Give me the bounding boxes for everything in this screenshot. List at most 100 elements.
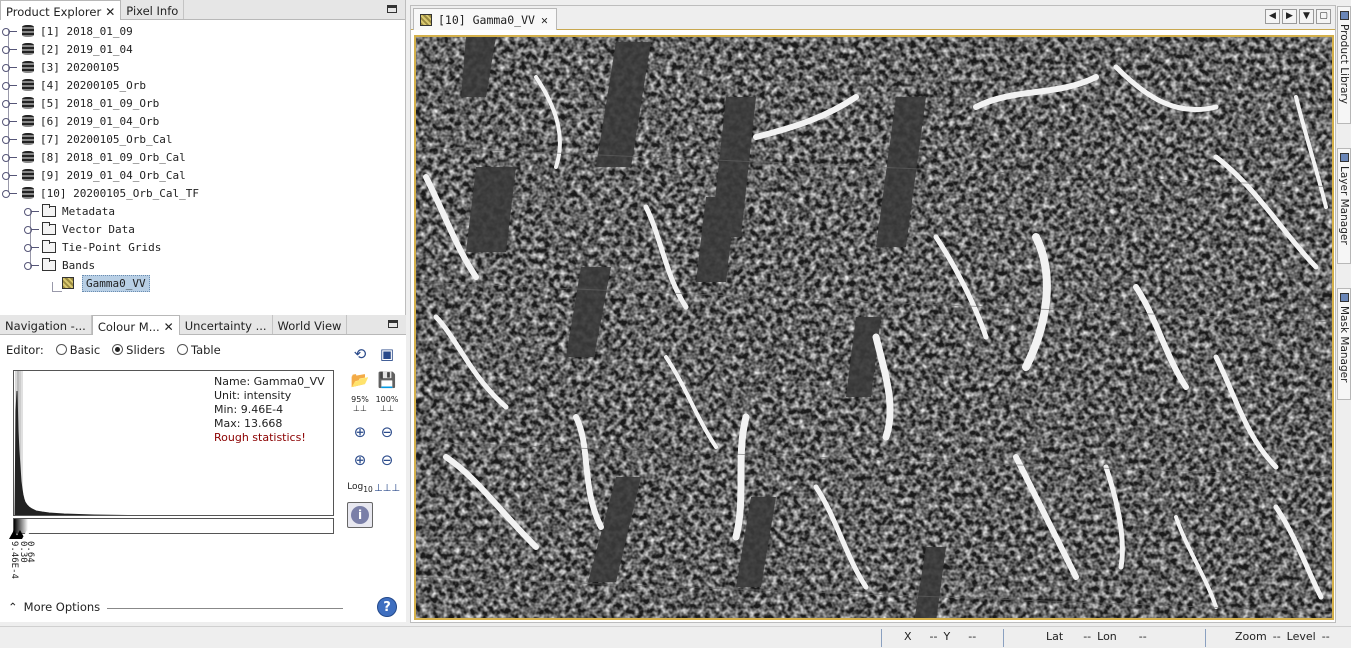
zoom-out-vertical-icon[interactable]: ⊖ [376, 421, 398, 443]
tree-item-band[interactable]: Gamma0_VV [0, 274, 405, 292]
tree-item-product[interactable]: [10] 20200105_Orb_Cal_TF [0, 184, 405, 202]
help-icon[interactable]: ? [377, 597, 397, 617]
tool-tabbar: Navigation -... Colour M... ✕ Uncertainty… [0, 315, 406, 335]
info-button[interactable]: i [347, 502, 373, 528]
radio-basic[interactable]: Basic [50, 343, 100, 357]
colour-gradient-bar[interactable] [13, 518, 334, 534]
status-pixel-position: X -- Y -- [904, 630, 976, 643]
expand-icon[interactable] [0, 96, 17, 110]
zoom-in-horizontal-icon[interactable]: ⊕ [349, 449, 371, 471]
expand-icon[interactable] [0, 168, 17, 182]
expand-icon[interactable] [0, 132, 17, 146]
radio-sliders[interactable]: Sliders [106, 343, 165, 357]
sar-image-canvas[interactable] [414, 35, 1334, 620]
more-options[interactable]: ⌃ More Options [8, 600, 100, 614]
tree-item-label: [3] 20200105 [40, 60, 120, 74]
close-icon[interactable]: ✕ [105, 5, 115, 19]
button-label: Log10 [347, 481, 373, 493]
image-tabbar: [10] Gamma0_VV ✕ ◀ ▶ ▼ ▢ [411, 6, 1335, 30]
tree-item-vector-data[interactable]: Vector Data [0, 220, 405, 238]
expand-icon[interactable] [22, 240, 39, 254]
tree-item-label: [7] 20200105_Orb_Cal [40, 132, 173, 146]
reset-icon[interactable]: ⟲ [349, 343, 371, 365]
expand-icon[interactable] [0, 78, 17, 92]
histogram[interactable]: Name: Gamma0_VV Unit: intensity Min: 9.4… [13, 370, 334, 516]
radio-icon[interactable] [55, 344, 67, 355]
zoom-95-button[interactable]: 95% ⊥⊥ [349, 393, 371, 415]
radio-icon[interactable] [176, 344, 188, 355]
info-unit: Unit: intensity [214, 389, 292, 402]
x-value: -- [929, 630, 938, 643]
tree-item-product[interactable]: [6] 2019_01_04_Orb [0, 112, 405, 130]
tree-item-product[interactable]: [2] 2019_01_04 [0, 40, 405, 58]
tree-item-product[interactable]: [8] 2018_01_09_Orb_Cal [0, 148, 405, 166]
product-icon [22, 61, 34, 73]
info-max: Max: 13.668 [214, 417, 283, 430]
tree-item-metadata[interactable]: Metadata [0, 202, 405, 220]
tab-product-library[interactable]: Product Library [1337, 6, 1351, 124]
zoom-out-horizontal-icon[interactable]: ⊖ [376, 449, 398, 471]
level-value: -- [1321, 630, 1330, 643]
expand-icon[interactable] [0, 114, 17, 128]
y-label: Y [943, 630, 951, 643]
close-icon[interactable]: ✕ [164, 320, 174, 334]
tree-item-tie-point-grids[interactable]: Tie-Point Grids [0, 238, 405, 256]
expand-icon[interactable] [0, 150, 17, 164]
slider-handle-max[interactable] [21, 530, 33, 540]
button-label: 100% [375, 395, 399, 404]
tab-product-explorer[interactable]: Product Explorer ✕ [0, 0, 122, 20]
expand-icon[interactable] [22, 222, 39, 236]
radio-icon[interactable] [112, 344, 124, 355]
expand-icon[interactable] [0, 24, 17, 38]
previous-tab-icon[interactable]: ◀ [1265, 9, 1280, 24]
tree-item-label: [5] 2018_01_09_Orb [40, 96, 160, 110]
tree-item-product[interactable]: [9] 2019_01_04_Orb_Cal [0, 166, 405, 184]
tab-list-icon[interactable]: ▼ [1299, 9, 1314, 24]
tab-image-view[interactable]: [10] Gamma0_VV ✕ [413, 8, 557, 30]
tree-item-label: Gamma0_VV [82, 274, 150, 292]
expand-icon[interactable] [0, 42, 17, 56]
collapse-icon[interactable] [22, 258, 39, 272]
maximize-icon[interactable]: ▢ [1316, 9, 1331, 24]
tab-mask-manager[interactable]: Mask Manager [1337, 288, 1351, 400]
slider-label-max: 0.64 [25, 541, 35, 563]
status-separator [881, 629, 882, 647]
tab-layer-manager[interactable]: Layer Manager [1337, 148, 1351, 264]
tree-item-product[interactable]: [1] 2018_01_09 [0, 22, 405, 40]
next-tab-icon[interactable]: ▶ [1282, 9, 1297, 24]
distribute-sliders-icon[interactable]: ⊥⊥⊥ [374, 477, 400, 499]
minimize-icon[interactable] [388, 320, 398, 328]
slider-range-icon: ⊥⊥ [380, 404, 394, 413]
minimize-icon[interactable] [387, 5, 397, 13]
close-icon[interactable]: ✕ [541, 13, 548, 27]
expand-icon[interactable] [22, 204, 39, 218]
right-side-tabs: Product Library Layer Manager Mask Manag… [1337, 0, 1351, 622]
tree-item-product[interactable]: [5] 2018_01_09_Orb [0, 94, 405, 112]
radio-table[interactable]: Table [171, 343, 221, 357]
log-label: Log [347, 481, 364, 492]
tree-item-product[interactable]: [4] 20200105_Orb [0, 76, 405, 94]
tree-item-bands[interactable]: Bands [0, 256, 405, 274]
import-icon[interactable]: 📂 [349, 369, 371, 391]
expand-icon[interactable] [0, 60, 17, 74]
tree-item-label: [9] 2019_01_04_Orb_Cal [40, 168, 186, 182]
tab-navigation[interactable]: Navigation -... [0, 315, 92, 334]
collapse-icon[interactable] [0, 186, 17, 200]
zoom-value: -- [1272, 630, 1281, 643]
log10-button[interactable]: Log10 [347, 477, 373, 499]
product-icon [22, 43, 34, 55]
tab-uncertainty[interactable]: Uncertainty ... [180, 315, 273, 334]
tab-pixel-info[interactable]: Pixel Info [121, 0, 185, 19]
tree-item-product[interactable]: [7] 20200105_Orb_Cal [0, 130, 405, 148]
divider [107, 608, 343, 609]
zoom-in-vertical-icon[interactable]: ⊕ [349, 421, 371, 443]
multi-apply-icon[interactable]: ▣ [376, 343, 398, 365]
export-icon[interactable]: 💾 [376, 369, 398, 391]
more-options-label: More Options [23, 600, 101, 614]
tree-item-product[interactable]: [3] 20200105 [0, 58, 405, 76]
folder-icon [42, 239, 56, 253]
zoom-100-button[interactable]: 100% ⊥⊥ [375, 393, 399, 415]
info-name: Name: Gamma0_VV [214, 375, 325, 388]
tab-colour-manipulation[interactable]: Colour M... ✕ [91, 315, 180, 335]
tab-world-view[interactable]: World View [273, 315, 348, 334]
